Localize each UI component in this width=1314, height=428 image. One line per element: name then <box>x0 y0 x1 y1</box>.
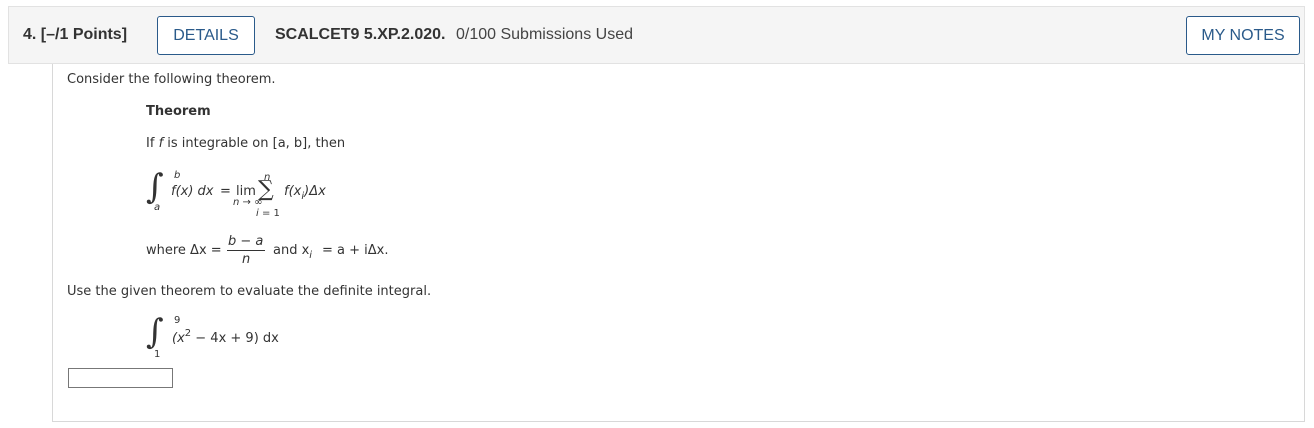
theorem-rest: is integrable on [a, b], then <box>167 136 346 151</box>
integral-sign-2: ∫ <box>146 312 164 352</box>
summand: f(xi)Δx <box>284 184 326 202</box>
instruction-text: Use the given theorem to evaluate the de… <box>67 284 432 299</box>
integral-lower-limit-2: 1 <box>154 349 161 360</box>
details-button[interactable]: DETAILS <box>157 16 255 55</box>
sigma-symbol: ∑ <box>258 177 274 202</box>
integral-sign: ∫ <box>146 167 164 207</box>
xi-definition: = a + iΔx. <box>322 243 389 258</box>
question-header: 4. [–/1 Points] DETAILS SCALCET9 5.XP.2.… <box>8 6 1305 64</box>
question-body: Consider the following theorem. Theorem … <box>52 64 1305 422</box>
submissions-used: 0/100 Submissions Used <box>456 26 633 43</box>
fraction-bar <box>227 250 265 251</box>
my-notes-button[interactable]: MY NOTES <box>1186 16 1300 55</box>
fraction-denominator: n <box>242 252 251 267</box>
problem-code: SCALCET9 5.XP.2.020. <box>275 26 446 43</box>
question-number: 4. [–/1 Points] <box>23 26 127 44</box>
equals-sign: = <box>220 184 231 199</box>
integral-upper-limit-2: 9 <box>174 315 181 326</box>
theorem-if: If <box>146 136 155 151</box>
question-points: [–/1 Points] <box>40 26 128 43</box>
fraction-numerator: b − a <box>228 234 264 249</box>
answer-input[interactable] <box>68 368 173 388</box>
theorem-title: Theorem <box>146 104 211 119</box>
intro-text: Consider the following theorem. <box>67 72 276 87</box>
and-xi-text: and xi <box>273 243 313 261</box>
integral-lower-limit: a <box>154 202 161 213</box>
where-text: where Δx = <box>146 243 222 258</box>
theorem-f: f <box>158 136 164 151</box>
integrand: f(x) dx <box>171 184 214 199</box>
sigma-lower: i = 1 <box>256 208 280 219</box>
integral-upper-limit: b <box>174 170 181 181</box>
question-index: 4. <box>23 26 37 43</box>
theorem-statement: If f is integrable on [a, b], then <box>146 136 345 151</box>
integrand-2: (x2 − 4x + 9) dx <box>172 328 279 346</box>
